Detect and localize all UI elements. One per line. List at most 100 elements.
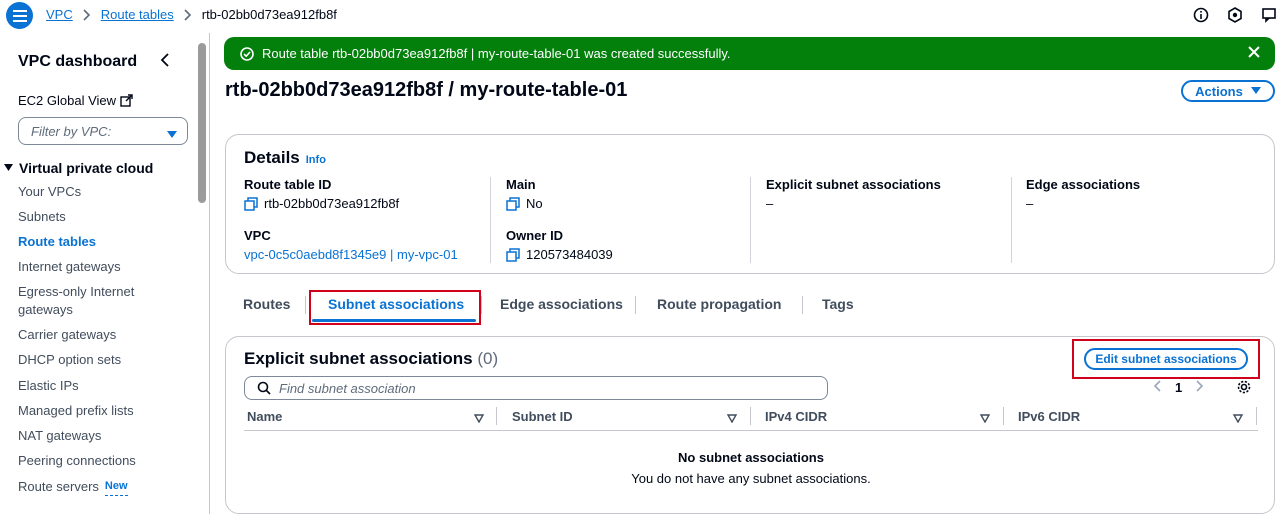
sidebar-section-vpc[interactable]: Virtual private cloud (4, 160, 153, 176)
column-divider (750, 177, 751, 263)
sidebar-item-subnets[interactable]: Subnets (18, 208, 66, 226)
tab-separator (305, 296, 306, 314)
empty-state-description: You do not have any subnet associations. (631, 471, 871, 486)
page-number[interactable]: 1 (1175, 380, 1182, 395)
route-table-id-label: Route table ID (244, 177, 332, 192)
sidebar-item-elastic-ips[interactable]: Elastic IPs (18, 377, 79, 395)
explicit-associations-field: Explicit subnet associations – (766, 177, 941, 211)
ec2-global-view-link[interactable]: EC2 Global View (18, 93, 133, 108)
column-separator[interactable] (1003, 407, 1004, 425)
flash-message: Route table rtb-02bb0d73ea912fb8f | my-r… (262, 46, 731, 61)
breadcrumb: VPC Route tables rtb-02bb0d73ea912fb8f (46, 7, 337, 22)
sidebar-item-your-vpcs[interactable]: Your VPCs (18, 183, 81, 201)
column-divider (1011, 177, 1012, 263)
sidebar-item-route-servers[interactable]: Route servers (18, 478, 99, 496)
vpc-filter-placeholder: Filter by VPC: (31, 123, 112, 139)
chevron-right-icon (184, 8, 192, 21)
tab-routes[interactable]: Routes (243, 296, 290, 312)
hamburger-menu-button[interactable] (6, 2, 33, 29)
tab-separator (481, 296, 482, 314)
owner-id-label: Owner ID (506, 228, 564, 243)
explicit-associations-label: Explicit subnet associations (766, 177, 941, 192)
sidebar-scrollbar[interactable] (198, 43, 206, 203)
find-subnet-association-input[interactable]: Find subnet association (244, 376, 828, 400)
associations-count: (0) (477, 349, 499, 368)
actions-button[interactable]: Actions (1181, 80, 1275, 102)
column-separator[interactable] (750, 407, 751, 425)
tab-separator (802, 296, 803, 314)
sidebar-item-peering-connections[interactable]: Peering connections (18, 452, 136, 470)
vpc-link[interactable]: vpc-0c5c0aebd8f1345e9 | my-vpc-01 (244, 247, 458, 262)
menu-icon (12, 9, 27, 22)
sort-down-icon[interactable] (979, 411, 991, 426)
subnet-associations-card: Explicit subnet associations (0) Edit su… (225, 336, 1275, 514)
caret-down-icon (1250, 87, 1261, 94)
copy-icon[interactable] (506, 196, 520, 211)
info-link[interactable]: Info (306, 154, 326, 166)
sidebar-section-label: Virtual private cloud (19, 160, 154, 176)
security-hex-icon[interactable] (1226, 6, 1244, 24)
tab-route-propagation[interactable]: Route propagation (657, 296, 781, 312)
chevron-right-icon (83, 8, 91, 21)
success-flash: Route table rtb-02bb0d73ea912fb8f | my-r… (224, 37, 1275, 70)
vpc-filter-select[interactable]: Filter by VPC: (18, 117, 188, 145)
info-circle-icon[interactable] (1192, 6, 1210, 24)
sort-down-icon[interactable] (726, 411, 738, 426)
route-table-id-field: Route table ID rtb-02bb0d73ea912fb8f VPC… (244, 177, 458, 262)
search-icon (257, 381, 271, 395)
empty-state-title: No subnet associations (678, 450, 824, 465)
gear-icon[interactable] (1236, 379, 1252, 398)
edge-associations-value: – (1026, 196, 1034, 211)
external-link-icon (120, 94, 133, 107)
associations-title-text: Explicit subnet associations (244, 349, 473, 368)
column-header-ipv6-cidr[interactable]: IPv6 CIDR (1018, 409, 1080, 424)
chevron-right-icon[interactable] (1196, 380, 1204, 395)
ec2-global-view-label: EC2 Global View (18, 93, 117, 108)
pagination: 1 (1153, 380, 1204, 395)
sidebar-item-internet-gateways[interactable]: Internet gateways (18, 258, 121, 276)
column-header-subnet-id[interactable]: Subnet ID (512, 409, 573, 424)
edit-subnet-associations-button[interactable]: Edit subnet associations (1084, 348, 1248, 370)
sort-down-icon[interactable] (1232, 411, 1244, 426)
owner-id-value: 120573484039 (526, 247, 613, 262)
main-field: Main No Owner ID 120573484039 (506, 177, 613, 262)
sidebar-title: VPC dashboard (18, 53, 138, 70)
edge-associations-field: Edge associations – (1026, 177, 1140, 211)
chevron-left-icon[interactable] (160, 53, 170, 70)
copy-icon[interactable] (506, 247, 520, 262)
sidebar-item-route-tables[interactable]: Route tables (18, 233, 96, 251)
caret-down-icon (167, 127, 177, 142)
sort-down-icon[interactable] (473, 411, 485, 426)
column-header-name[interactable]: Name (247, 409, 282, 424)
breadcrumb-current: rtb-02bb0d73ea912fb8f (201, 7, 337, 22)
check-circle-icon (240, 46, 254, 61)
sidebar-item-egress-only-internet-gateways[interactable]: Egress-only Internet gateways (18, 283, 148, 319)
route-table-id-value: rtb-02bb0d73ea912fb8f (264, 196, 400, 211)
close-icon[interactable] (1247, 45, 1261, 62)
new-badge: New (104, 477, 128, 496)
column-separator[interactable] (496, 407, 497, 425)
tabs: Routes Subnet associations Edge associat… (225, 290, 1275, 325)
main-label: Main (506, 177, 536, 192)
tab-separator (635, 296, 636, 314)
tab-tags[interactable]: Tags (822, 296, 854, 312)
column-separator[interactable] (1256, 407, 1257, 425)
details-title-text: Details (244, 148, 300, 167)
copy-icon[interactable] (244, 196, 258, 211)
breadcrumb-route-tables[interactable]: Route tables (101, 7, 174, 22)
chevron-left-icon[interactable] (1153, 380, 1161, 395)
tab-edge-associations[interactable]: Edge associations (500, 296, 623, 312)
page-title: rtb-02bb0d73ea912fb8f / my-route-table-0… (225, 79, 628, 101)
breadcrumb-vpc[interactable]: VPC (46, 7, 73, 22)
highlight-box: Edit subnet associations (1072, 339, 1260, 379)
sidebar-item-dhcp-option-sets[interactable]: DHCP option sets (18, 351, 121, 369)
sidebar-item-nat-gateways[interactable]: NAT gateways (18, 427, 101, 445)
feedback-icon[interactable] (1260, 6, 1278, 24)
sidebar-item-carrier-gateways[interactable]: Carrier gateways (18, 326, 116, 344)
main-value: No (526, 196, 543, 211)
sidebar-item-managed-prefix-lists[interactable]: Managed prefix lists (18, 402, 134, 420)
search-placeholder: Find subnet association (279, 380, 416, 396)
vpc-label: VPC (244, 228, 271, 243)
column-header-ipv4-cidr[interactable]: IPv4 CIDR (765, 409, 827, 424)
highlight-box (309, 290, 481, 325)
